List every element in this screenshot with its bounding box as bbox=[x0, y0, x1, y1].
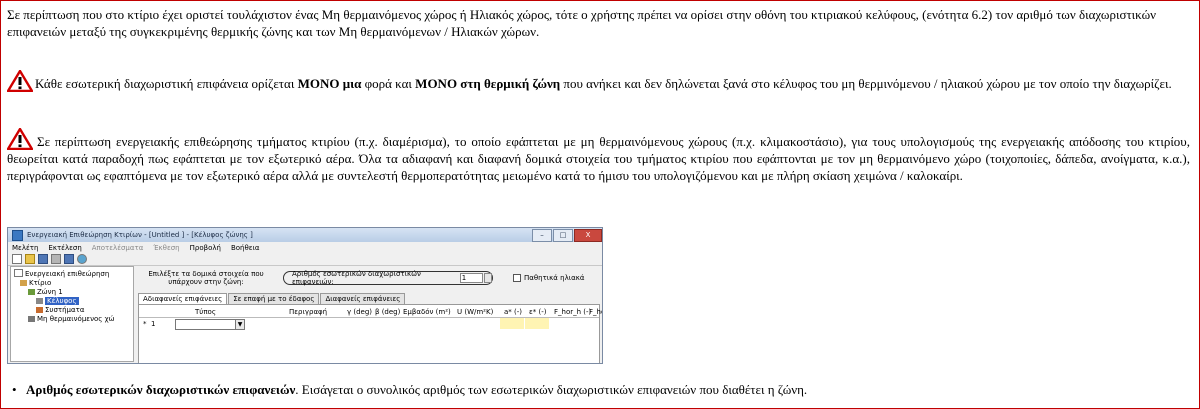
tree-systems[interactable]: Συστήματα bbox=[14, 306, 130, 315]
surfaces-grid: Τύπος Περιγραφή γ (deg) β (deg) Εμβαδόν … bbox=[138, 304, 602, 363]
chevron-down-icon[interactable]: ▼ bbox=[235, 320, 244, 329]
save-icon[interactable] bbox=[38, 254, 48, 264]
app-icon bbox=[12, 229, 23, 241]
tree-building[interactable]: Κτίριο bbox=[14, 279, 130, 288]
col-fhor: F_hor_h (-) bbox=[554, 308, 592, 316]
col-fho2: F_ho bbox=[589, 308, 602, 316]
app-toolbar bbox=[8, 253, 602, 266]
tab-transparent[interactable]: Διαφανείς επιφάνειες bbox=[320, 293, 406, 304]
warning1-text-c: που ανήκει και δεν δηλώνεται ξανά στο κέ… bbox=[560, 76, 1172, 91]
type-dropdown[interactable]: ▼ bbox=[175, 319, 245, 330]
tab-opaque[interactable]: Αδιαφανείς επιφάνειες bbox=[138, 293, 228, 304]
warning-paragraph-2: Σε περίπτωση ενεργειακής επιθεώρησης τμή… bbox=[7, 128, 1190, 184]
checkbox-icon[interactable] bbox=[513, 274, 521, 282]
help-icon[interactable] bbox=[77, 254, 87, 264]
col-description: Περιγραφή bbox=[289, 308, 328, 316]
col-gamma: γ (deg) bbox=[347, 308, 373, 316]
menu-results[interactable]: Αποτελέσματα bbox=[92, 244, 144, 252]
warning2-text: Σε περίπτωση ενεργειακής επιθεώρησης τμή… bbox=[7, 134, 1190, 183]
menu-view[interactable]: Προβολή bbox=[190, 244, 221, 252]
envelope-icon bbox=[36, 298, 43, 304]
col-area: Εμβαδόν (m²) bbox=[403, 308, 451, 316]
new-file-icon[interactable] bbox=[12, 254, 22, 264]
app-screenshot: Ενεργειακή Επιθεώρηση Κτιρίων - [Untitle… bbox=[7, 227, 603, 364]
spinner-icon[interactable] bbox=[484, 273, 492, 283]
app-title: Ενεργειακή Επιθεώρηση Κτιρίων - [Untitle… bbox=[27, 231, 253, 239]
menu-help[interactable]: Βοήθεια bbox=[231, 244, 260, 252]
collapse-icon bbox=[14, 269, 23, 277]
tree-unheated[interactable]: Μη θερμαινόμενος χώ bbox=[14, 315, 130, 324]
menu-study[interactable]: Μελέτη bbox=[12, 244, 38, 252]
col-e: ε* (-) bbox=[529, 308, 547, 316]
warning1-text-a: Κάθε εσωτερική διαχωριστική επιφάνεια ορ… bbox=[35, 76, 298, 91]
col-beta: β (deg) bbox=[375, 308, 401, 316]
systems-icon bbox=[36, 307, 43, 313]
tab-ground-contact[interactable]: Σε επαφή με το έδαφος bbox=[228, 293, 320, 304]
cell-a[interactable] bbox=[500, 318, 524, 329]
col-a: a* (-) bbox=[504, 308, 523, 316]
menu-report[interactable]: Έκθεση bbox=[153, 244, 179, 252]
building-icon bbox=[20, 280, 27, 286]
menu-run[interactable]: Εκτέλεση bbox=[48, 244, 81, 252]
bullet-text: . Εισάγεται ο συνολικός αριθμός των εσωτ… bbox=[295, 382, 808, 397]
envelope-panel: Επιλέξτε τα δομικά στοιχεία που υπάρχουν… bbox=[138, 266, 602, 363]
col-u-value: U (W/m²K) bbox=[457, 308, 494, 316]
app-menubar: Μελέτη Εκτέλεση Αποτελέσματα Έκθεση Προβ… bbox=[8, 242, 602, 253]
close-button[interactable]: X bbox=[574, 228, 602, 242]
warning1-bold-a: ΜΟΝΟ μια bbox=[297, 76, 362, 91]
open-folder-icon[interactable] bbox=[25, 254, 35, 264]
tree-root[interactable]: Ενεργειακή επιθεώρηση bbox=[14, 269, 130, 279]
warning-icon bbox=[7, 70, 33, 92]
minimize-button[interactable]: – bbox=[532, 228, 552, 242]
bullet-dot: • bbox=[12, 382, 17, 397]
maximize-button[interactable]: □ bbox=[553, 228, 573, 242]
warning-icon bbox=[7, 128, 33, 150]
tree-zone[interactable]: Ζώνη 1 bbox=[14, 288, 130, 297]
warning1-bold-b: ΜΟΝΟ στη θερμική ζώνη bbox=[415, 76, 561, 91]
cell-e[interactable] bbox=[525, 318, 549, 329]
select-elements-hint: Επιλέξτε τα δομικά στοιχεία που υπάρχουν… bbox=[148, 270, 264, 286]
calculator-icon[interactable] bbox=[51, 254, 61, 264]
bullet-bold: Αριθμός εσωτερικών διαχωριστικών επιφανε… bbox=[26, 382, 296, 397]
row-marker: * 1 bbox=[143, 320, 156, 328]
unheated-space-icon bbox=[28, 316, 35, 322]
intro-paragraph: Σε περίπτωση που στο κτίριο έχει οριστεί… bbox=[7, 7, 1157, 39]
app-titlebar: Ενεργειακή Επιθεώρηση Κτιρίων - [Untitle… bbox=[8, 228, 602, 242]
warning1-text-b: φορά και bbox=[361, 76, 416, 91]
passive-solar-label: Παθητικά ηλιακά bbox=[524, 274, 585, 282]
project-tree: Ενεργειακή επιθεώρηση Κτίριο Ζώνη 1 Κέλυ… bbox=[10, 266, 134, 362]
internal-surfaces-field: Αριθμός εσωτερικών διαχωριστικών επιφανε… bbox=[283, 270, 493, 286]
internal-surfaces-label: Αριθμός εσωτερικών διαχωριστικών επιφανε… bbox=[292, 270, 421, 286]
report-icon[interactable] bbox=[64, 254, 74, 264]
internal-surfaces-input[interactable]: 1 bbox=[459, 273, 484, 283]
surface-tabs: Αδιαφανείς επιφάνειες Σε επαφή με το έδα… bbox=[138, 293, 406, 304]
zone-icon bbox=[28, 289, 35, 295]
warning-paragraph-1: Κάθε εσωτερική διαχωριστική επιφάνεια ορ… bbox=[7, 70, 1190, 92]
bullet-item: • Αριθμός εσωτερικών διαχωριστικών επιφαν… bbox=[12, 381, 808, 398]
col-type: Τύπος bbox=[195, 308, 216, 316]
tree-envelope[interactable]: Κέλυφος bbox=[14, 297, 130, 306]
passive-solar-checkbox[interactable]: Παθητικά ηλιακά bbox=[513, 274, 584, 282]
